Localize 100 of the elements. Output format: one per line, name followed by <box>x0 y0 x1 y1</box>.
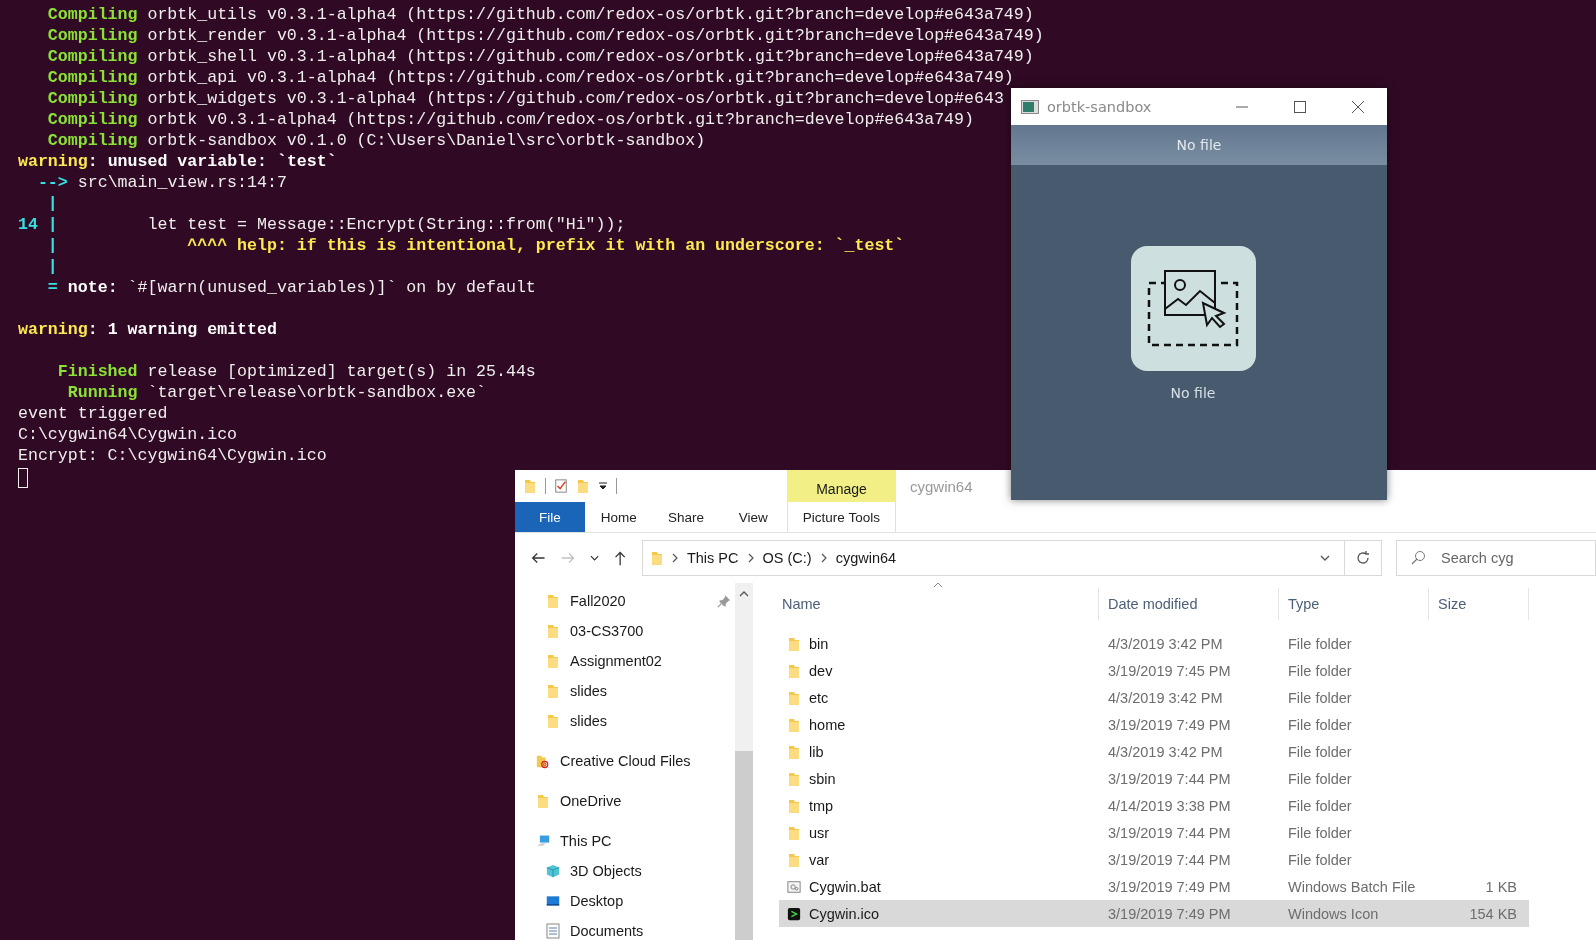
file-name: Cygwin.bat <box>809 878 881 895</box>
text-cursor <box>18 468 28 488</box>
terminal-line: Compiling orbtk_render v0.3.1-alpha4 (https://github.com/redox-os/orbtk.git?branch=develop#e643a749) <box>46 25 1044 46</box>
nav-item[interactable]: 3D Objects <box>515 856 735 886</box>
search-field[interactable]: Search cyg <box>1396 540 1596 576</box>
file-row[interactable]: etc 4/3/2019 3:42 PM File folder <box>779 684 1529 711</box>
folder-icon <box>546 623 560 639</box>
file-name: etc <box>809 689 829 706</box>
close-icon[interactable] <box>1351 99 1365 114</box>
nav-label: OneDrive <box>560 793 622 809</box>
type-cell-text: File folder <box>1287 851 1353 868</box>
terminal-line: warning: 1 warning emitted <box>18 319 277 340</box>
file-row[interactable]: dev 3/19/2019 7:45 PM File folder <box>779 657 1529 684</box>
monitor-icon <box>546 893 560 909</box>
file-tab[interactable]: File <box>515 502 585 532</box>
terminal-line: Compiling orbtk_widgets v0.3.1-alpha4 (https://github.com/redox-os/orbtk.git?branch=develop#e643 <box>46 88 1004 109</box>
nav-label: Documents <box>570 923 644 939</box>
terminal-line: Compiling orbtk_api v0.3.1-alpha4 (https://github.com/redox-os/orbtk.git?branch=develop#e643a749) <box>46 67 1014 88</box>
date-cell-text: 3/19/2019 7:44 PM <box>1107 851 1232 868</box>
breadcrumb-item[interactable]: cygwin64 <box>835 550 897 566</box>
file-name: home <box>809 716 846 733</box>
sort-caret-icon <box>933 582 943 588</box>
window-title: orbtk-sandbox <box>1047 98 1153 115</box>
folder-icon <box>787 770 801 787</box>
window-icon <box>1021 99 1039 114</box>
nav-label: slides <box>570 713 608 729</box>
nav-item[interactable]: OneDrive <box>515 786 735 816</box>
date-cell-text: 3/19/2019 7:44 PM <box>1107 824 1232 841</box>
terminal-line: --> src\main_view.rs:14:7 <box>36 172 287 193</box>
chevron-icon <box>746 553 755 563</box>
folder-icon <box>546 653 560 669</box>
nav-item[interactable]: slides <box>515 676 735 706</box>
ribbon-tab[interactable]: Share <box>652 502 720 532</box>
terminal-line: Compiling orbtk_shell v0.3.1-alpha4 (https://github.com/redox-os/orbtk.git?branch=develop#e643a749) <box>46 46 1034 67</box>
nav-item[interactable]: 03-CS3700 <box>515 616 735 646</box>
ribbon-tab[interactable]: Home <box>585 502 653 532</box>
type-cell-text: File folder <box>1287 824 1353 841</box>
nav-item[interactable]: slides <box>515 706 735 736</box>
nav-item[interactable]: Assignment02 <box>515 646 735 676</box>
type-cell-text: File folder <box>1287 635 1353 652</box>
nav-item[interactable]: Creative Cloud Files <box>515 746 735 776</box>
caret-icon[interactable] <box>598 481 608 491</box>
folder-icon <box>546 683 560 699</box>
file-row[interactable]: var 3/19/2019 7:44 PM File folder <box>779 846 1529 873</box>
type-cell-text: File folder <box>1287 716 1353 733</box>
nav-item[interactable]: This PC <box>515 826 735 856</box>
file-label: No file <box>1170 385 1216 401</box>
address-bar[interactable]: This PC OS (C:) cygwin64 <box>641 540 1346 576</box>
drop-zone-button[interactable] <box>1130 246 1256 371</box>
size-cell-text: 1 KB <box>1484 878 1518 895</box>
scroll-up-icon[interactable] <box>739 589 749 599</box>
nav-label: Assignment02 <box>570 653 662 669</box>
file-row[interactable]: tmp 4/14/2019 3:38 PM File folder <box>779 792 1529 819</box>
scrollbar[interactable] <box>735 583 753 940</box>
terminal-line: Compiling orbtk v0.3.1-alpha4 (https://github.com/redox-os/orbtk.git?branch=develop#e643a749) <box>46 109 974 130</box>
scroll-thumb[interactable] <box>735 751 753 940</box>
folder-icon <box>546 713 560 729</box>
context-tab[interactable]: Picture Tools <box>786 502 896 532</box>
folder-icon <box>787 716 801 733</box>
date-cell-text: 3/19/2019 7:49 PM <box>1107 878 1232 895</box>
refresh-button[interactable] <box>1345 540 1382 576</box>
caret-icon[interactable] <box>589 553 599 563</box>
caret-icon[interactable] <box>1320 553 1331 563</box>
breadcrumb-item[interactable]: This PC <box>686 550 739 566</box>
nav-item[interactable]: Desktop <box>515 886 735 916</box>
column-header[interactable]: Date modified <box>1099 588 1279 620</box>
nav-label: 03-CS3700 <box>570 623 644 639</box>
cube-icon <box>546 863 560 879</box>
file-row[interactable]: home 3/19/2019 7:49 PM File folder <box>779 711 1529 738</box>
date-cell-text: 3/19/2019 7:49 PM <box>1107 716 1232 733</box>
terminal-line: Running `target\release\orbtk-sandbox.exe` <box>66 382 487 403</box>
file-row[interactable]: bin 4/3/2019 3:42 PM File folder <box>779 630 1529 657</box>
column-header[interactable]: Size <box>1429 588 1529 620</box>
breadcrumb-item[interactable]: OS (C:) <box>762 550 812 566</box>
date-cell-text: 3/19/2019 7:44 PM <box>1107 770 1232 787</box>
type-cell-text: Windows Batch File <box>1287 878 1417 895</box>
file-row[interactable]: usr 3/19/2019 7:44 PM File folder <box>779 819 1529 846</box>
terminal-line: Finished release [optimized] target(s) in 25.44s <box>56 361 536 382</box>
checklist-icon[interactable] <box>554 478 568 494</box>
folder-icon <box>536 793 550 809</box>
file-row[interactable]: Cygwin.ico 3/19/2019 7:49 PM Windows Icon 154 KB <box>779 900 1529 927</box>
nav-label: Fall2020 <box>570 593 626 609</box>
terminal-line: event triggered <box>18 403 168 424</box>
file-name: bin <box>809 635 829 652</box>
maximize-icon[interactable] <box>1293 99 1307 114</box>
type-cell-text: File folder <box>1287 770 1353 787</box>
nav-item[interactable]: Fall2020 <box>515 586 735 616</box>
date-cell-text: 4/14/2019 3:38 PM <box>1107 797 1232 814</box>
column-header[interactable]: Name <box>779 588 1099 620</box>
nav-item[interactable]: Documents <box>515 916 735 940</box>
file-row[interactable]: Cygwin.bat 3/19/2019 7:49 PM Windows Batch File 1 KB <box>779 873 1529 900</box>
file-row[interactable]: lib 4/3/2019 3:42 PM File folder <box>779 738 1529 765</box>
file-name: Cygwin.ico <box>809 905 880 922</box>
type-cell-text: Windows Icon <box>1287 905 1380 922</box>
file-row[interactable]: sbin 3/19/2019 7:44 PM File folder <box>779 765 1529 792</box>
column-header[interactable]: Type <box>1279 588 1429 620</box>
ribbon-tab[interactable]: View <box>719 502 787 532</box>
date-cell-text: 3/19/2019 7:45 PM <box>1107 662 1232 679</box>
terminal-icon <box>787 905 801 922</box>
terminal-line: = note: `#[warn(unused_variables)]` on by default <box>46 277 536 298</box>
